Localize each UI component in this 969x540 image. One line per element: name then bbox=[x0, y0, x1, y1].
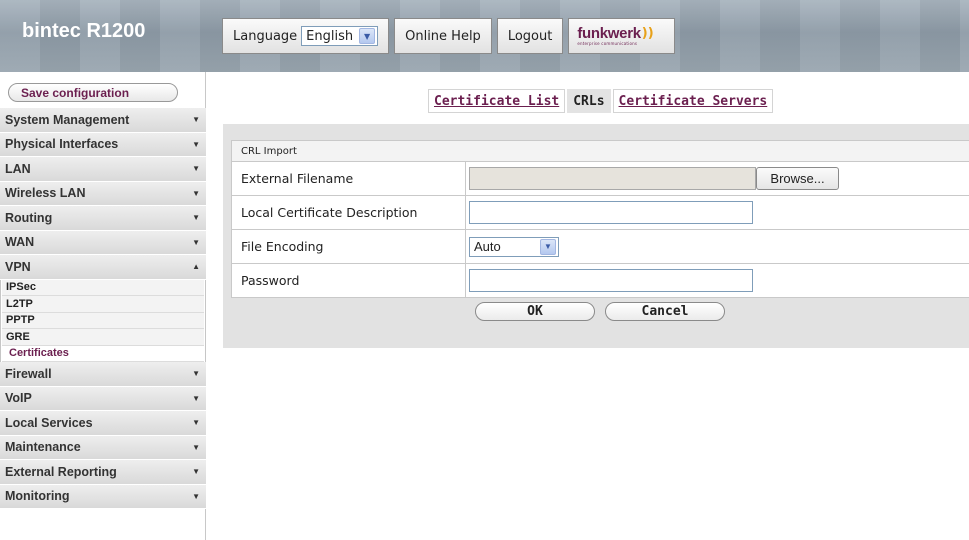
local-description-value-cell bbox=[466, 196, 969, 229]
sidebar-item-local-services[interactable]: Local Services ▼ bbox=[0, 411, 206, 436]
vpn-submenu: IPSec L2TP PPTP GRE Certificates bbox=[0, 279, 206, 362]
sidebar-item-voip[interactable]: VoIP ▼ bbox=[0, 386, 206, 411]
tab-certificate-servers[interactable]: Certificate Servers bbox=[612, 89, 774, 113]
form-row-file-encoding: File Encoding Auto ▼ bbox=[231, 230, 969, 264]
chevron-down-icon: ▼ bbox=[192, 418, 200, 428]
sidebar-item-label: System Management bbox=[5, 112, 130, 127]
signal-icon: )) bbox=[641, 26, 654, 41]
sidebar-item-firewall[interactable]: Firewall ▼ bbox=[0, 362, 206, 387]
tab-bar: Certificate List CRLs Certificate Server… bbox=[428, 89, 774, 113]
language-select[interactable]: English ▼ bbox=[301, 26, 379, 46]
funkwerk-logo: funkwerk )) enterprise communications bbox=[568, 18, 675, 54]
chevron-down-icon: ▼ bbox=[192, 467, 200, 477]
external-filename-label: External Filename bbox=[232, 162, 466, 195]
sidebar-item-label: VoIP bbox=[5, 391, 32, 406]
chevron-down-icon: ▼ bbox=[192, 115, 200, 125]
section-title: CRL Import bbox=[231, 140, 969, 162]
chevron-down-icon: ▼ bbox=[192, 188, 200, 198]
password-label: Password bbox=[232, 264, 466, 297]
sidebar-item-routing[interactable]: Routing ▼ bbox=[0, 206, 206, 231]
file-encoding-label: File Encoding bbox=[232, 230, 466, 263]
sidebar-item-system-management[interactable]: System Management ▼ bbox=[0, 108, 206, 133]
form-row-external-filename: External Filename Browse... bbox=[231, 162, 969, 196]
sidebar-item-physical-interfaces[interactable]: Physical Interfaces ▼ bbox=[0, 132, 206, 157]
submenu-item-l2tp[interactable]: L2TP bbox=[2, 296, 204, 313]
sidebar: Save configuration System Management ▼ Ph… bbox=[0, 72, 206, 540]
sidebar-item-label: Wireless LAN bbox=[5, 186, 86, 201]
sidebar-menu: System Management ▼ Physical Interfaces ▼ … bbox=[0, 108, 206, 509]
file-encoding-value: Auto bbox=[474, 239, 501, 254]
password-input[interactable] bbox=[469, 269, 753, 292]
sidebar-item-external-reporting[interactable]: External Reporting ▼ bbox=[0, 460, 206, 485]
sidebar-item-lan[interactable]: LAN ▼ bbox=[0, 157, 206, 182]
submenu-item-ipsec[interactable]: IPSec bbox=[2, 279, 204, 296]
chevron-down-icon: ▼ bbox=[359, 28, 376, 44]
sidebar-item-label: WAN bbox=[5, 235, 35, 250]
sidebar-item-label: VPN bbox=[5, 259, 31, 274]
save-configuration-button[interactable]: Save configuration bbox=[8, 83, 178, 102]
sidebar-item-label: Physical Interfaces bbox=[5, 137, 119, 152]
submenu-item-gre[interactable]: GRE bbox=[2, 329, 204, 346]
chevron-up-icon: ▲ bbox=[192, 262, 200, 272]
language-box: Language English ▼ bbox=[222, 18, 390, 54]
chevron-down-icon: ▼ bbox=[192, 139, 200, 149]
external-filename-value-cell: Browse... bbox=[466, 162, 969, 195]
chevron-down-icon: ▼ bbox=[192, 369, 200, 379]
form-footer: OK Cancel bbox=[231, 298, 969, 324]
logout-button[interactable]: Logout bbox=[496, 18, 564, 54]
sidebar-item-label: Monitoring bbox=[5, 489, 70, 504]
sidebar-item-wan[interactable]: WAN ▼ bbox=[0, 230, 206, 255]
header-bar: bintec R1200 Language English ▼ Online H… bbox=[0, 0, 969, 72]
submenu-item-certificates[interactable]: Certificates bbox=[2, 345, 204, 362]
tab-certificate-list[interactable]: Certificate List bbox=[428, 89, 566, 113]
top-toolbar: Language English ▼ Online Help Logout fu… bbox=[222, 18, 675, 54]
sidebar-item-maintenance[interactable]: Maintenance ▼ bbox=[0, 435, 206, 460]
language-label: Language bbox=[233, 28, 298, 44]
online-help-button[interactable]: Online Help bbox=[394, 18, 492, 54]
chevron-down-icon: ▼ bbox=[192, 237, 200, 247]
chevron-down-icon: ▼ bbox=[540, 238, 556, 255]
password-value-cell bbox=[466, 264, 969, 297]
tab-crls[interactable]: CRLs bbox=[567, 89, 611, 113]
browse-button[interactable]: Browse... bbox=[756, 167, 839, 190]
sidebar-item-wireless-lan[interactable]: Wireless LAN ▼ bbox=[0, 181, 206, 206]
file-encoding-value-cell: Auto ▼ bbox=[466, 230, 969, 263]
chevron-down-icon: ▼ bbox=[192, 164, 200, 174]
submenu-item-pptp[interactable]: PPTP bbox=[2, 312, 204, 329]
chevron-down-icon: ▼ bbox=[192, 491, 200, 501]
file-encoding-select[interactable]: Auto ▼ bbox=[469, 236, 559, 257]
form-row-password: Password bbox=[231, 264, 969, 298]
sidebar-item-vpn[interactable]: VPN ▲ bbox=[0, 255, 206, 280]
crl-import-form: CRL Import External Filename Browse... L… bbox=[223, 124, 969, 348]
external-filename-input[interactable] bbox=[469, 167, 756, 190]
ok-button[interactable]: OK bbox=[475, 301, 595, 321]
product-title: bintec R1200 bbox=[22, 20, 146, 42]
sidebar-item-monitoring[interactable]: Monitoring ▼ bbox=[0, 484, 206, 509]
chevron-down-icon: ▼ bbox=[192, 393, 200, 403]
sidebar-item-label: Local Services bbox=[5, 415, 93, 430]
chevron-down-icon: ▼ bbox=[192, 213, 200, 223]
chevron-down-icon: ▼ bbox=[192, 442, 200, 452]
local-description-input[interactable] bbox=[469, 201, 753, 224]
form-body: CRL Import External Filename Browse... L… bbox=[231, 140, 969, 324]
sidebar-item-label: Firewall bbox=[5, 366, 52, 381]
language-value: English bbox=[306, 28, 354, 44]
logo-subtext: enterprise communications bbox=[577, 41, 638, 46]
local-description-label: Local Certificate Description bbox=[232, 196, 466, 229]
sidebar-item-label: External Reporting bbox=[5, 464, 117, 479]
form-row-local-description: Local Certificate Description bbox=[231, 196, 969, 230]
logo-text: funkwerk bbox=[577, 25, 641, 42]
cancel-button[interactable]: Cancel bbox=[605, 301, 725, 321]
sidebar-item-label: LAN bbox=[5, 161, 31, 176]
sidebar-item-label: Maintenance bbox=[5, 440, 81, 455]
sidebar-item-label: Routing bbox=[5, 210, 53, 225]
